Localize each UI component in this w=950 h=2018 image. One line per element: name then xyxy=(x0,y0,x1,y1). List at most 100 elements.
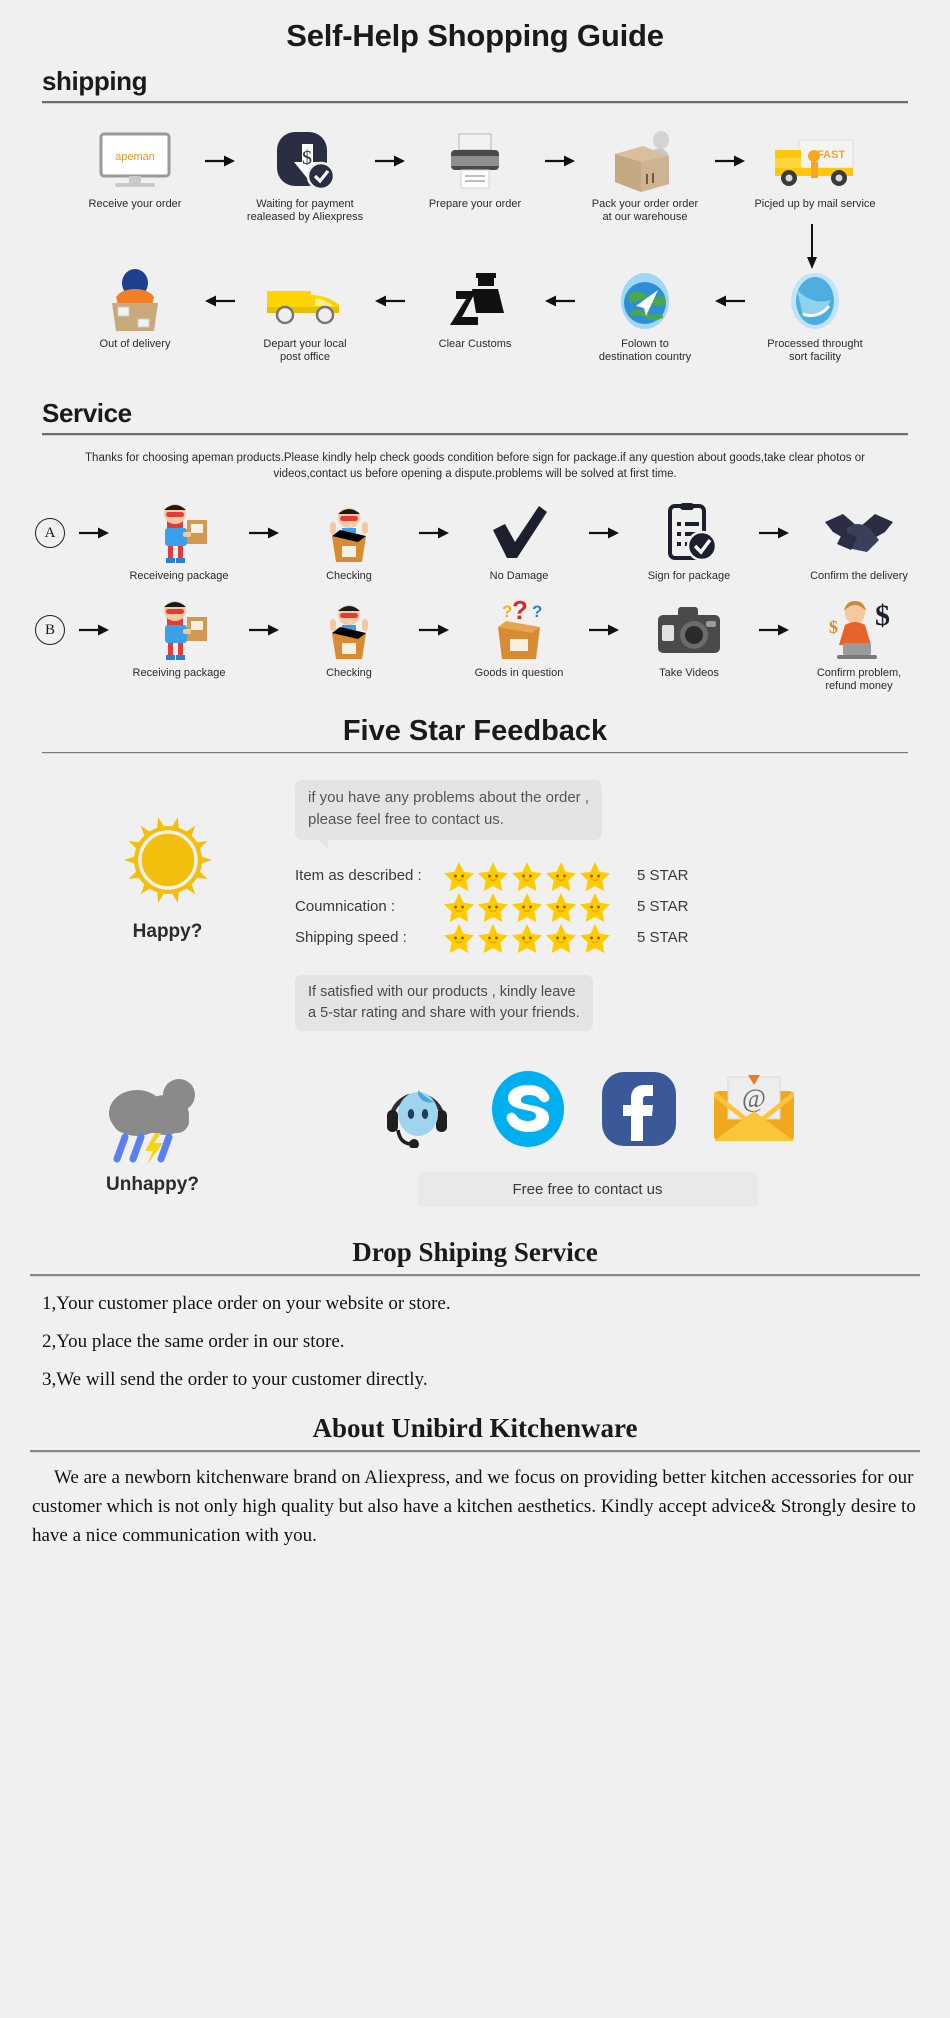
dropship-item-list: 1,Your customer place order on your webs… xyxy=(0,1293,950,1391)
facebook-icon[interactable] xyxy=(600,1070,678,1153)
skype-icon[interactable] xyxy=(488,1069,568,1154)
flow-arrow xyxy=(247,502,281,564)
svg-text:FAST: FAST xyxy=(817,149,845,161)
flow-step-caption: Confirm problem, refund money xyxy=(816,667,902,692)
dropship-section-heading: Drop Shiping Service xyxy=(352,1237,598,1267)
flow-step: Depart your local post office xyxy=(237,270,373,364)
checkmark-icon xyxy=(487,502,551,564)
arrow-right-icon xyxy=(715,155,745,167)
flow-step-caption: Depart your local post office xyxy=(263,338,347,363)
rating-value: 5 STAR xyxy=(637,867,689,884)
rating-row: Shipping speed : 5 STAR xyxy=(295,922,910,953)
shipping-divider xyxy=(42,101,908,104)
rating-value: 5 STAR xyxy=(637,898,689,915)
arrow-right-icon xyxy=(79,624,109,636)
flow-step-caption: Pack your order order at our warehouse xyxy=(591,198,699,223)
flow-step: Folown to destination country xyxy=(577,270,713,364)
svg-text:$: $ xyxy=(302,147,312,169)
flow-arrow xyxy=(203,270,237,332)
star-icon xyxy=(444,892,474,922)
arrow-right-icon xyxy=(419,624,449,636)
flow-step-caption: No Damage xyxy=(489,570,549,582)
happy-label: Happy? xyxy=(132,921,203,942)
flow-step: Processed throught sort facility xyxy=(747,270,883,364)
flow-arrow xyxy=(247,599,281,661)
rating-value: 5 STAR xyxy=(637,929,689,946)
about-body-text: We are a newborn kitchenware brand on Al… xyxy=(32,1467,916,1546)
yellow-van-icon xyxy=(263,270,347,332)
flow-step: Confirm the delivery xyxy=(791,502,927,583)
flow-step-caption: Goods in question xyxy=(474,667,564,679)
contact-block: Unhappy? @ Free free to contact us xyxy=(0,1069,950,1207)
unhappy-label: Unhappy? xyxy=(106,1174,199,1195)
flow-step: Pack your order order at our warehouse xyxy=(577,130,713,224)
flow-step-caption: Receiving package xyxy=(132,667,226,679)
handshake-icon xyxy=(823,502,895,564)
flow-connector xyxy=(0,224,950,270)
packing-box-worker-icon xyxy=(609,130,681,192)
flow-step: FAST Picjed up by mail service xyxy=(747,130,883,211)
flow-step: Clear Customs xyxy=(407,270,543,351)
camera-icon xyxy=(656,599,722,661)
flow-arrow xyxy=(757,502,791,564)
printer-icon xyxy=(445,130,505,192)
flow-step: Take Videos xyxy=(621,599,757,680)
flow-step-caption: Picjed up by mail service xyxy=(754,198,876,210)
feedback-block: Happy? if you have any problems about th… xyxy=(0,780,950,1031)
shipping-section-heading: shipping xyxy=(42,66,148,96)
flow-step: Checking xyxy=(281,599,417,680)
star-icon xyxy=(478,892,508,922)
sun-icon xyxy=(116,808,220,917)
star-icon xyxy=(444,923,474,953)
svg-text:apeman: apeman xyxy=(115,151,155,163)
star-icon xyxy=(444,861,474,891)
flow-arrow xyxy=(373,130,407,192)
shopping-guide-page: Self-Help Shopping Guide shipping apeman… xyxy=(0,0,950,2018)
shipping-flow-row-2: Out of delivery Depart your local post of… xyxy=(0,269,950,364)
page-title: Self-Help Shopping Guide xyxy=(286,18,664,53)
star-icon xyxy=(478,861,508,891)
star-icon xyxy=(580,923,610,953)
arrow-left-icon xyxy=(545,295,575,307)
signed-document-icon xyxy=(660,502,718,564)
flow-step-caption: Waiting for payment realeased by Aliexpre… xyxy=(246,198,364,223)
star-icon xyxy=(512,892,542,922)
flow-step-caption: Receive your order xyxy=(88,198,182,210)
support-headset-icon[interactable] xyxy=(378,1070,456,1153)
dropship-item: 3,We will send the order to your custome… xyxy=(42,1369,428,1390)
hero-with-package-icon xyxy=(147,599,211,661)
flow-arrow xyxy=(713,130,747,192)
flow-step-caption: Folown to destination country xyxy=(598,338,692,363)
flow-arrow xyxy=(587,502,621,564)
flow-arrow xyxy=(417,502,451,564)
rating-row: Item as described : 5 STAR xyxy=(295,860,910,891)
hero-with-package-icon xyxy=(147,502,211,564)
rating-row: Coumnication : 5 STAR xyxy=(295,891,910,922)
service-divider xyxy=(42,433,908,436)
feedback-top-bubble: if you have any problems about the order… xyxy=(295,780,603,849)
dropship-divider xyxy=(30,1274,920,1277)
feedback-bottom-bubble: If satisfied with our products , kindly … xyxy=(295,975,593,1031)
flow-step: No Damage xyxy=(451,502,587,583)
contact-bar[interactable]: Free free to contact us xyxy=(417,1172,758,1207)
dropship-item: 2,You place the same order in our store. xyxy=(42,1331,345,1352)
payment-dollar-check-icon: $ xyxy=(275,130,335,192)
service-section-heading: Service xyxy=(42,398,132,428)
flow-arrow xyxy=(77,599,111,661)
flow-arrow xyxy=(373,270,407,332)
service-flow-row-a: A Receiveing package Checking No Damage … xyxy=(0,502,950,583)
flow-badge-a: A xyxy=(23,502,77,564)
monitor-apeman-icon: apeman xyxy=(97,130,173,192)
rating-label: Coumnication : xyxy=(295,898,396,915)
arrow-right-icon xyxy=(589,624,619,636)
flow-step-caption: Confirm the delivery xyxy=(810,570,908,582)
star-icon xyxy=(512,923,542,953)
flow-badge-b: B xyxy=(23,599,77,661)
star-icon xyxy=(580,861,610,891)
hero-opening-box-icon xyxy=(318,502,380,564)
star-icon xyxy=(580,892,610,922)
flow-arrow xyxy=(543,130,577,192)
svg-text:$: $ xyxy=(875,599,890,632)
email-envelope-icon[interactable]: @ xyxy=(710,1073,798,1150)
flow-step-caption: Prepare your order xyxy=(428,198,522,210)
